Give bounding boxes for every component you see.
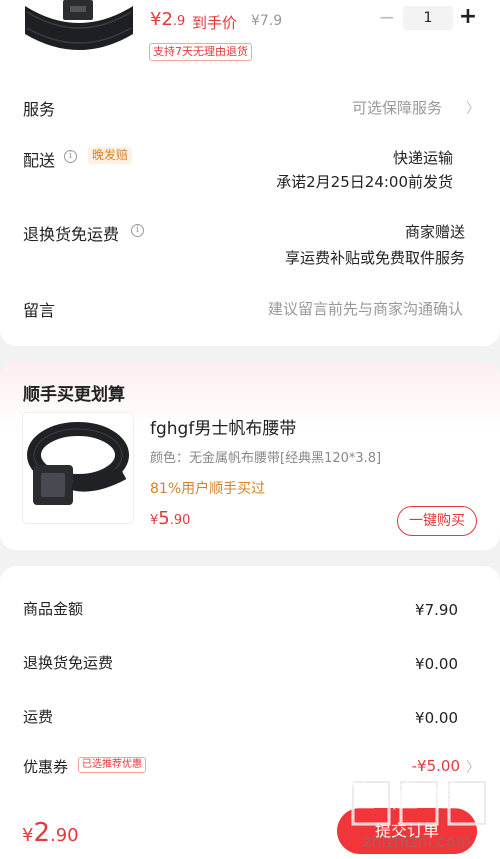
deal-price-dec: .9 — [172, 14, 186, 29]
product-thumbnail[interactable] — [23, 0, 135, 66]
chevron-right-icon[interactable]: 〉 — [466, 98, 480, 118]
freight-label: 运费 — [23, 708, 54, 726]
return-shipping-summary-value: ¥0.00 — [415, 655, 458, 673]
recommend-product-name[interactable]: fghgf男士帆布腰带 — [150, 414, 296, 439]
service-label: 服务 — [23, 100, 56, 119]
watermark-logo: 值 值 值 zhizhizhi.com — [345, 772, 495, 857]
message-label: 留言 — [23, 301, 56, 320]
service-hint[interactable]: 可选保障服务 — [352, 97, 442, 118]
recommend-product-spec: 颜色：无金属帆布腰带[经典黑120*3.8] — [150, 451, 382, 466]
deal-price: ¥2.9 — [150, 9, 185, 30]
coupon-label: 优惠券 — [23, 758, 69, 776]
info-icon[interactable]: i — [131, 224, 144, 237]
goods-amount-value: ¥7.90 — [415, 601, 458, 619]
original-price: ¥7.9 — [251, 13, 283, 29]
belt-image-icon — [23, 0, 135, 66]
late-delivery-badge: 晚发赔 — [88, 147, 133, 164]
delivery-label: 配送 — [23, 151, 56, 170]
return-shipping-label: 退换货免运费 — [23, 225, 120, 244]
currency-symbol: ¥ — [150, 9, 162, 30]
currency-symbol: ¥ — [22, 825, 34, 846]
belt-image-icon — [23, 413, 133, 523]
recommend-title: 顺手买更划算 — [23, 385, 125, 405]
message-input[interactable]: 建议留言前先与商家沟通确认 — [268, 298, 463, 319]
info-icon[interactable]: i — [64, 150, 77, 163]
recommend-price-int: 5 — [158, 508, 170, 529]
recommend-product-stat: 81%用户顺手买过 — [150, 481, 266, 497]
recommend-card: 顺手买更划算 fghgf男士帆布腰带 颜色：无金属帆布腰带[经典黑120*3.8… — [0, 362, 500, 550]
delivery-promise: 承诺2月25日24:00前发货 — [276, 173, 453, 191]
recommend-product-price: ¥5.90 — [150, 508, 190, 529]
quantity-input[interactable]: 1 — [403, 6, 453, 30]
one-click-buy-button[interactable]: 一键购买 — [397, 506, 477, 536]
watermark-text: 值 值 值 — [345, 780, 465, 815]
deal-price-label: 到手价 — [192, 14, 238, 32]
return-policy-badge: 支持7天无理由退货 — [149, 43, 252, 61]
total-price-dec: .90 — [50, 825, 79, 846]
quantity-increase-button[interactable]: + — [458, 5, 478, 29]
total-price-int: 2 — [33, 818, 50, 848]
order-item-card: ¥2.9 到手价 ¥7.9 支持7天无理由退货 − 1 + 服务 可选保障服务 … — [0, 0, 500, 346]
deal-price-int: 2 — [161, 9, 173, 30]
return-shipping-detail: 享运费补贴或免费取件服务 — [284, 249, 465, 267]
goods-amount-label: 商品金额 — [23, 600, 84, 618]
return-shipping-value: 商家赠送 — [404, 223, 465, 241]
recommend-product-thumbnail[interactable] — [22, 412, 134, 524]
return-shipping-summary-label: 退换货免运费 — [23, 654, 114, 672]
quantity-decrease-button[interactable]: − — [378, 6, 396, 28]
total-price: ¥2.90 — [22, 818, 79, 848]
freight-value: ¥0.00 — [415, 709, 458, 727]
watermark-site: zhizhizhi.com — [363, 832, 472, 851]
price-summary-card: 商品金额 ¥7.90 退换货免运费 ¥0.00 运费 ¥0.00 优惠券 已选推… — [0, 566, 500, 806]
coupon-badge: 已选推荐优惠 — [78, 757, 146, 773]
delivery-method: 快递运输 — [392, 149, 453, 167]
recommend-price-dec: .90 — [169, 513, 191, 528]
